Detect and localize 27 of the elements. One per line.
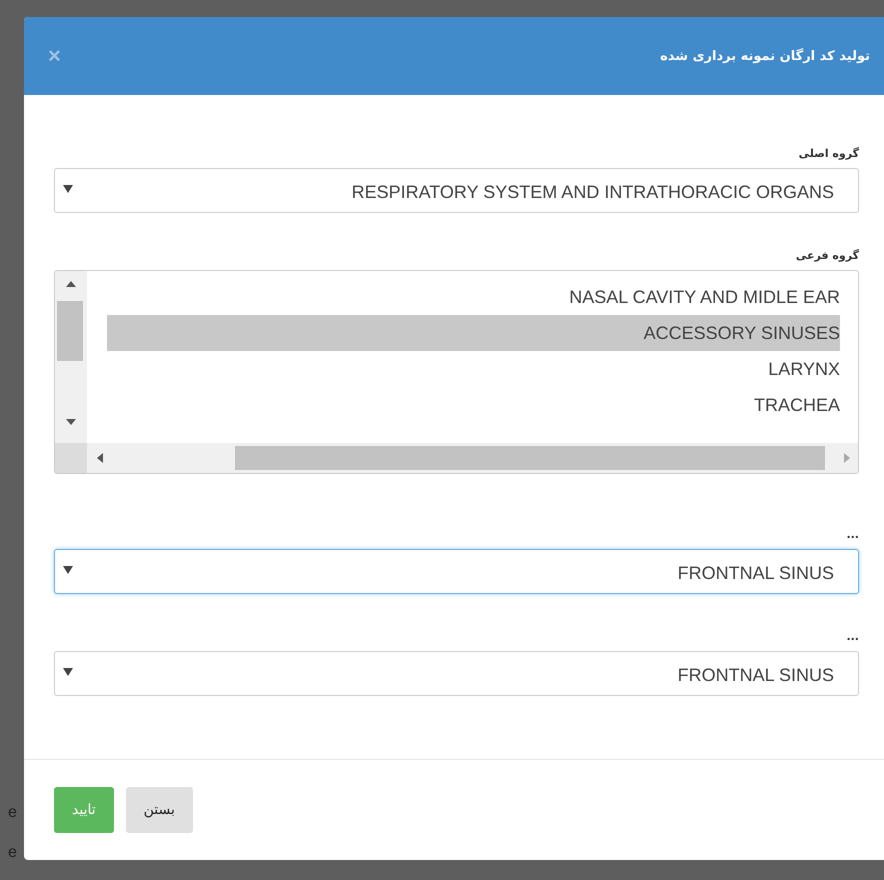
list-item[interactable]: NASAL CAVITY AND MIDLE EAR <box>107 279 840 315</box>
scroll-down-icon[interactable] <box>66 419 76 425</box>
field-label: گروه اصلی <box>798 147 859 160</box>
scrollbar-thumb[interactable] <box>57 301 83 361</box>
list-item[interactable]: ACCESSORY SINUSES <box>107 315 840 351</box>
background-text: e <box>8 804 17 822</box>
dropdown[interactable]: RESPIRATORY SYSTEM AND INTRATHORACIC ORGANS <box>54 168 859 213</box>
dropdown[interactable]: FRONTNAL SINUS <box>54 651 859 696</box>
dropdown[interactable]: FRONTNAL SINUS <box>54 549 859 594</box>
horizontal-scrollbar[interactable] <box>87 443 858 473</box>
close-button[interactable]: بستن <box>126 787 193 833</box>
caret-icon <box>63 566 73 574</box>
field-label: گروه فرعی <box>796 249 859 262</box>
scroll-up-icon[interactable] <box>66 281 76 287</box>
list-item[interactable]: LARYNX <box>107 351 840 387</box>
caret-icon <box>63 185 73 193</box>
scroll-right-icon[interactable] <box>844 453 850 463</box>
scroll-left-icon[interactable] <box>97 453 103 463</box>
vertical-scrollbar[interactable] <box>55 271 87 443</box>
scrollbar-thumb[interactable] <box>235 446 825 470</box>
dialog-title: تولید کد ارگان نمونه برداری شده <box>660 48 870 64</box>
caret-icon <box>63 668 73 676</box>
list-item[interactable]: TRACHEA <box>107 387 840 423</box>
scrollbar-corner <box>55 443 87 473</box>
field-label: ... <box>846 528 859 541</box>
field-label: ... <box>846 630 859 643</box>
background-text: e <box>8 844 17 862</box>
